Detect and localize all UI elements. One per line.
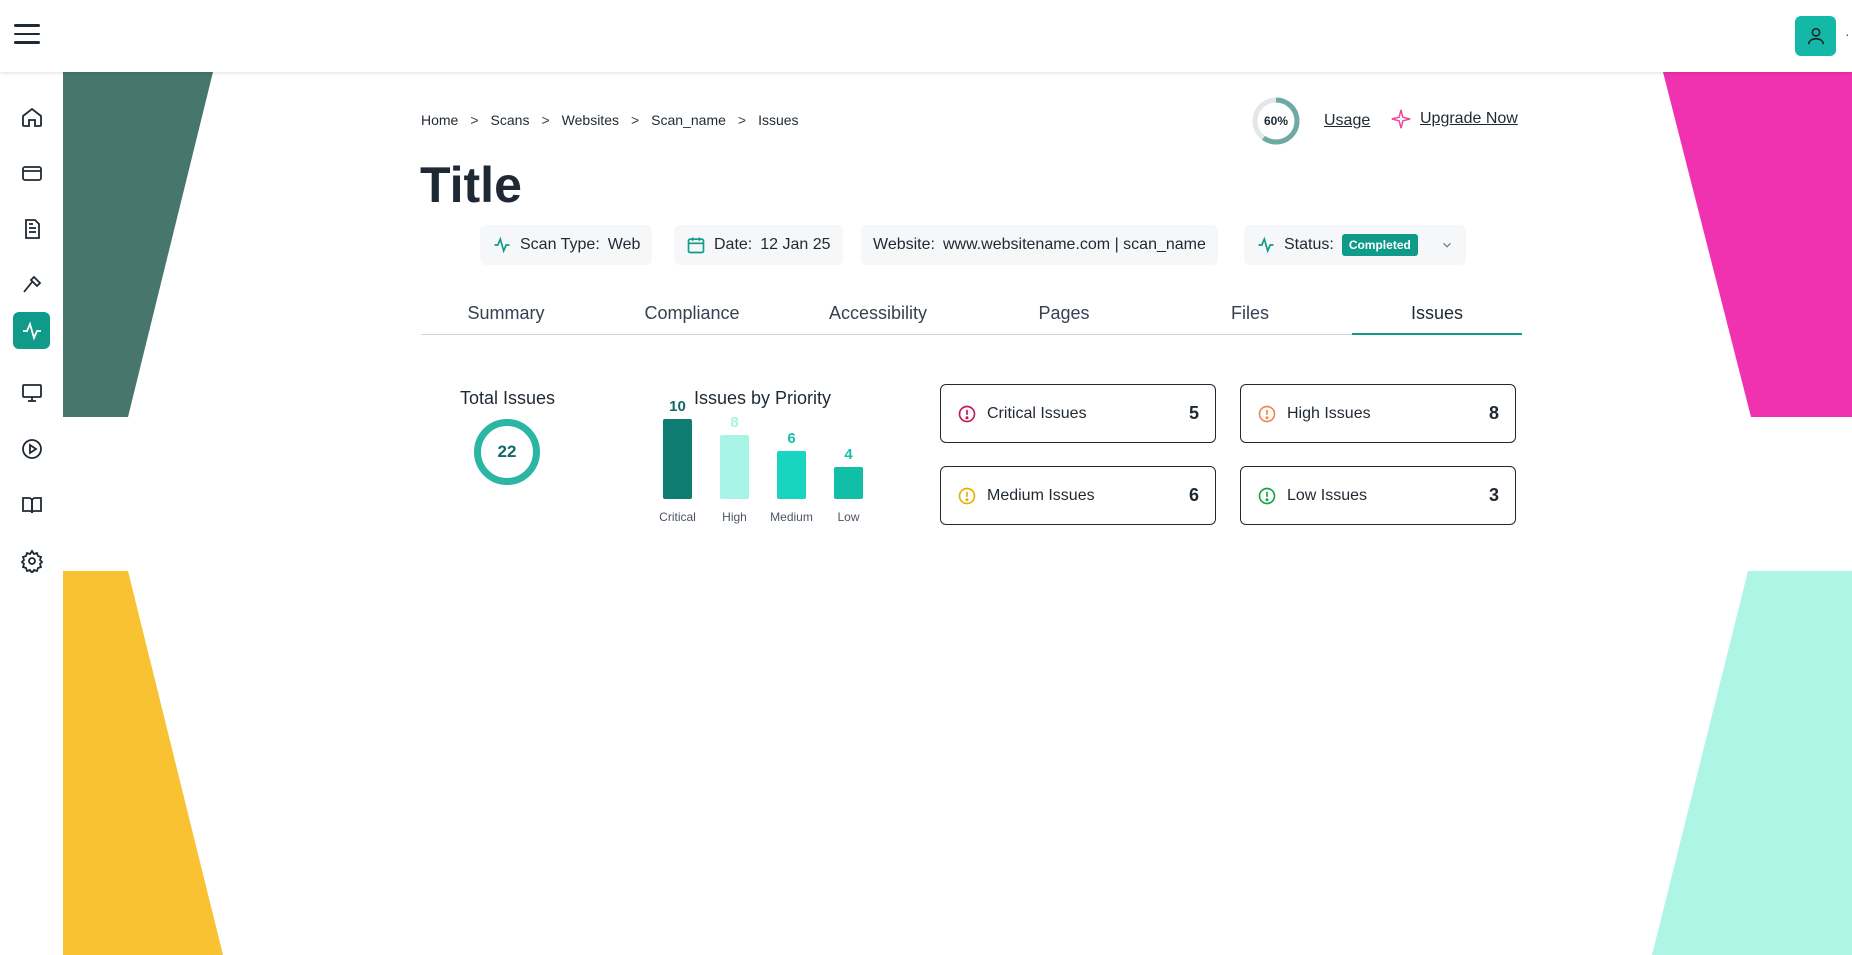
scan-type-value: Web bbox=[607, 236, 641, 253]
alert-circle-icon bbox=[958, 487, 976, 504]
user-icon bbox=[1807, 27, 1824, 45]
website-chip: Website: www.websitename.com | scan_name bbox=[861, 225, 1218, 265]
bar-low bbox=[834, 467, 863, 499]
status-chip: Status: Completed bbox=[1244, 225, 1466, 265]
critical-issues-label: Critical Issues bbox=[987, 404, 1087, 422]
sidebar-item-media[interactable] bbox=[13, 430, 50, 467]
user-avatar-button[interactable] bbox=[1795, 16, 1836, 56]
tab-compliance[interactable]: Compliance bbox=[607, 292, 777, 335]
high-issues-count: 8 bbox=[1488, 403, 1499, 423]
breadcrumb-separator: > bbox=[737, 112, 747, 128]
date-key: Date: bbox=[714, 236, 753, 253]
high-issues-label: High Issues bbox=[1287, 404, 1371, 422]
total-issues-title: Total Issues bbox=[460, 388, 556, 408]
upgrade-now-label: Upgrade Now bbox=[1420, 110, 1518, 127]
date-chip: Date: 12 Jan 25 bbox=[674, 225, 843, 265]
status-badge: Completed bbox=[1341, 234, 1418, 256]
tab-accessibility[interactable]: Accessibility bbox=[793, 292, 963, 335]
breadcrumb-scans[interactable]: Scans bbox=[491, 112, 530, 128]
scan-type-chip: Scan Type: Web bbox=[480, 225, 653, 265]
card-icon bbox=[21, 165, 42, 181]
usage-percent: 60% bbox=[1263, 114, 1289, 128]
medium-issues-label: Medium Issues bbox=[987, 486, 1095, 504]
breadcrumb-home[interactable]: Home bbox=[421, 112, 458, 128]
website-value: www.websitename.com | scan_name bbox=[942, 236, 1206, 253]
breadcrumb-issues: Issues bbox=[758, 112, 799, 128]
gear-icon bbox=[20, 548, 43, 573]
medium-issues-count: 6 bbox=[1188, 485, 1199, 505]
bar-value-label-high: 8 bbox=[730, 414, 738, 431]
sidebar-item-tools[interactable] bbox=[13, 266, 50, 303]
tab-bar: Summary Compliance Accessibility Pages F… bbox=[421, 292, 1522, 335]
main-content: Home > Scans > Websites > Scan_name > Is… bbox=[0, 0, 1852, 955]
bar-high bbox=[720, 435, 749, 499]
sidebar-item-scans[interactable] bbox=[13, 312, 50, 349]
alert-circle-icon bbox=[1258, 405, 1276, 422]
usage-progress-ring: 60% bbox=[1251, 96, 1301, 146]
usage-widget: 60% Usage bbox=[1251, 96, 1370, 146]
website-key: Website: bbox=[873, 236, 935, 253]
critical-issues-card[interactable]: Critical Issues 5 bbox=[940, 384, 1216, 443]
status-key: Status: bbox=[1284, 236, 1334, 253]
breadcrumb-separator: > bbox=[470, 112, 479, 128]
play-icon bbox=[21, 438, 42, 459]
calendar-icon bbox=[687, 237, 705, 254]
date-value: 12 Jan 25 bbox=[760, 236, 831, 253]
activity-icon bbox=[22, 320, 41, 341]
sidebar-item-documents[interactable] bbox=[13, 210, 50, 247]
bar-category-label-high: High bbox=[722, 510, 747, 524]
sparkle-icon bbox=[1391, 109, 1411, 129]
chevron-down-icon[interactable] bbox=[1440, 238, 1454, 252]
top-bar: · bbox=[0, 0, 1852, 72]
bar-category-label-low: Low bbox=[837, 510, 859, 524]
bar-category-label-medium: Medium bbox=[770, 510, 813, 524]
monitor-icon bbox=[21, 383, 42, 402]
critical-issues-count: 5 bbox=[1188, 403, 1199, 423]
sidebar-item-home[interactable] bbox=[13, 98, 50, 135]
breadcrumb-websites[interactable]: Websites bbox=[562, 112, 619, 128]
tab-files[interactable]: Files bbox=[1165, 292, 1335, 335]
total-issues-ring: 22 bbox=[474, 419, 540, 485]
tab-issues[interactable]: Issues bbox=[1352, 292, 1522, 335]
sidebar bbox=[0, 72, 63, 955]
page-title: Title bbox=[420, 157, 522, 213]
document-icon bbox=[24, 218, 40, 239]
bar-value-label-critical: 10 bbox=[669, 398, 686, 415]
breadcrumb-separator: > bbox=[541, 112, 550, 128]
usage-link[interactable]: Usage bbox=[1324, 112, 1370, 130]
breadcrumb: Home > Scans > Websites > Scan_name > Is… bbox=[421, 112, 799, 128]
breadcrumb-scan-name[interactable]: Scan_name bbox=[651, 112, 726, 128]
sidebar-item-docs[interactable] bbox=[13, 486, 50, 523]
alert-circle-icon bbox=[1258, 487, 1276, 504]
bar-critical bbox=[663, 419, 692, 499]
book-icon bbox=[21, 496, 42, 513]
hamburger-menu-icon[interactable] bbox=[14, 24, 40, 46]
sidebar-item-monitor[interactable] bbox=[13, 374, 50, 411]
priority-bar-chart: 10 Critical 8 High 6 Medium 4 Low bbox=[659, 398, 863, 524]
home-icon bbox=[21, 107, 42, 127]
bar-value-label-medium: 6 bbox=[787, 430, 795, 447]
breadcrumb-separator: > bbox=[630, 112, 640, 128]
activity-icon bbox=[1258, 236, 1274, 254]
low-issues-count: 3 bbox=[1488, 485, 1499, 505]
bar-medium bbox=[777, 451, 806, 499]
tab-pages[interactable]: Pages bbox=[979, 292, 1149, 335]
alert-circle-icon bbox=[958, 405, 976, 422]
high-issues-card[interactable]: High Issues 8 bbox=[1240, 384, 1516, 443]
scan-type-key: Scan Type: bbox=[520, 236, 600, 253]
bar-category-label-critical: Critical bbox=[659, 510, 696, 524]
bar-value-label-low: 4 bbox=[844, 446, 853, 463]
sidebar-item-settings[interactable] bbox=[13, 542, 50, 579]
upgrade-now-link[interactable]: Upgrade Now bbox=[1390, 108, 1518, 130]
activity-icon bbox=[494, 236, 510, 254]
medium-issues-card[interactable]: Medium Issues 6 bbox=[940, 466, 1216, 525]
tab-summary[interactable]: Summary bbox=[421, 292, 591, 335]
more-indicator: · bbox=[1845, 26, 1850, 42]
total-issues-value: 22 bbox=[497, 442, 517, 461]
low-issues-card[interactable]: Low Issues 3 bbox=[1240, 466, 1516, 525]
hammer-icon bbox=[22, 275, 41, 293]
low-issues-label: Low Issues bbox=[1287, 486, 1368, 504]
sidebar-item-billing[interactable] bbox=[13, 154, 50, 191]
